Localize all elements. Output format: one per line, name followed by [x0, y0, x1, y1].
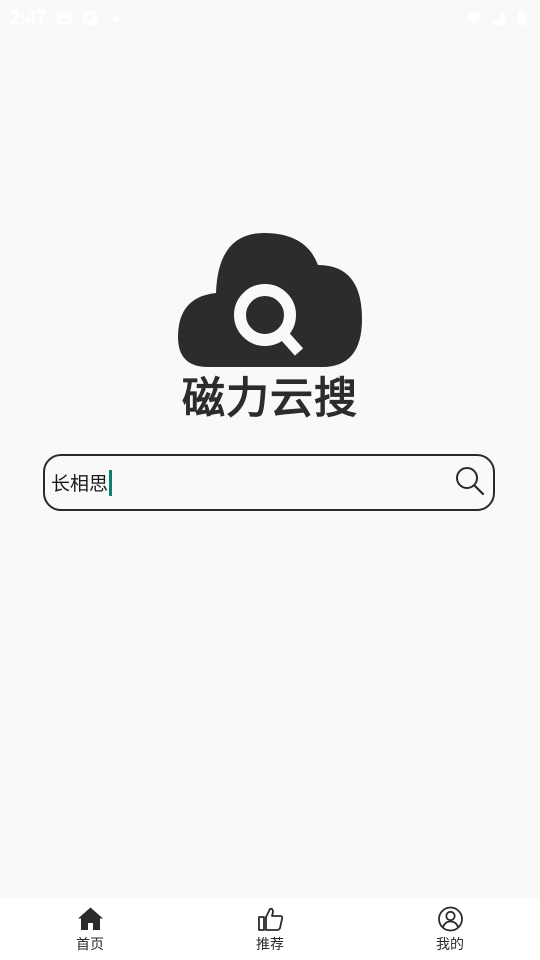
- text-caret: [109, 469, 113, 496]
- signal-icon: [490, 10, 506, 26]
- wifi-icon: [466, 10, 482, 26]
- bottom-nav: 首页 推荐 我的: [0, 898, 540, 960]
- nav-item-home[interactable]: 首页: [0, 898, 180, 960]
- search-button[interactable]: [455, 466, 485, 496]
- status-left: 2:47: [10, 8, 124, 29]
- user-circle-icon[interactable]: [437, 906, 464, 932]
- thumbs-up-icon[interactable]: [257, 906, 284, 932]
- dot-icon: [108, 10, 124, 26]
- search-input-value[interactable]: 长相思: [51, 469, 108, 496]
- cloud-search-icon: [178, 233, 362, 367]
- search-icon[interactable]: [455, 466, 485, 496]
- logo-text: 磁力云搜: [182, 374, 358, 424]
- nav-label-mine: 我的: [436, 937, 464, 953]
- search-input[interactable]: 长相思: [43, 454, 495, 511]
- home-icon[interactable]: [77, 906, 104, 932]
- nav-item-mine[interactable]: 我的: [360, 898, 540, 960]
- nav-label-recommend: 推荐: [256, 937, 284, 953]
- nav-label-home: 首页: [76, 937, 104, 953]
- battery-icon: [514, 10, 530, 26]
- status-right: [466, 10, 530, 26]
- image-icon: [56, 10, 72, 26]
- notification-icon: [82, 10, 98, 26]
- app-logo: 磁力云搜: [170, 225, 370, 430]
- nav-item-recommend[interactable]: 推荐: [180, 898, 360, 960]
- status-time: 2:47: [10, 7, 47, 28]
- status-bar: 2:47: [0, 0, 540, 36]
